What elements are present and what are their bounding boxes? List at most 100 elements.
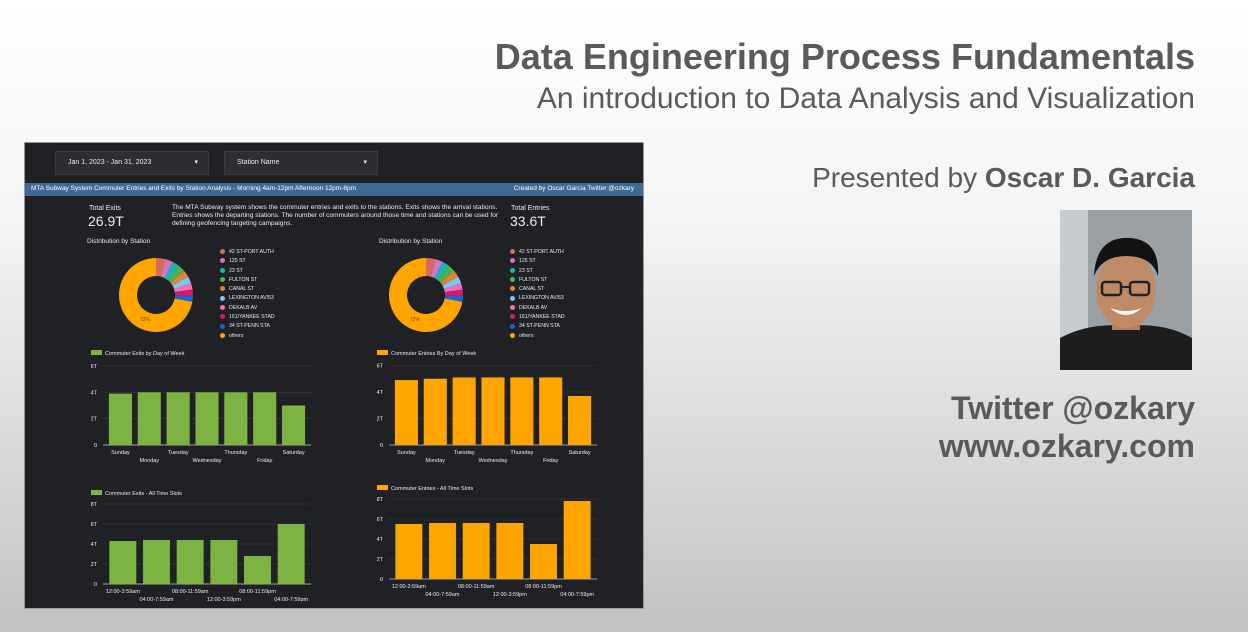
presenter-name: Oscar D. Garcia	[984, 162, 1195, 193]
total-exits-label: Total Exits	[89, 205, 121, 212]
legend-label: 161/YANKEE STAD	[519, 314, 565, 321]
x-tick-label: 12:00-3:59am	[392, 584, 426, 590]
x-tick-label: Sunday	[111, 450, 130, 456]
report-banner: MTA Subway System Commuter Entries and E…	[25, 183, 643, 196]
legend-swatch	[510, 323, 515, 329]
y-tick-label: 6T	[377, 517, 384, 523]
bar	[563, 501, 591, 579]
bar	[195, 392, 219, 445]
bar	[166, 392, 190, 445]
x-tick-label: 08:00-11:59am	[172, 589, 209, 595]
legend-label: DEKALB AV	[519, 304, 548, 311]
y-tick-label: 6T	[377, 364, 384, 370]
donut-percent-label: 72%	[140, 317, 151, 323]
legend-label: 23 ST	[519, 267, 533, 274]
website-url: www.ozkary.com	[938, 428, 1195, 464]
legend-swatch	[220, 286, 225, 292]
y-tick-label: 0	[94, 582, 97, 588]
legend-swatch	[220, 267, 225, 273]
legend-label: FULTON ST	[519, 276, 548, 283]
station-legend-right: 42 ST-PORT AUTH 125 ST 23 ST FULTON ST CANAL…	[510, 249, 565, 342]
legend-item: DEKALB AV	[510, 305, 565, 314]
banner-title: MTA Subway System Commuter Entries and E…	[31, 185, 357, 192]
bar	[395, 524, 423, 579]
bar	[452, 377, 476, 445]
x-tick-label: Saturday	[283, 450, 305, 456]
donut-percent-label: 72%	[410, 317, 421, 323]
y-tick-label: 6T	[91, 364, 98, 370]
legend-label: 23 ST	[229, 267, 243, 274]
x-tick-label: 12:00-3:59am	[106, 589, 140, 595]
y-tick-label: 4T	[377, 537, 384, 543]
station-name-dropdown[interactable]: Station Name ▾	[224, 151, 378, 175]
y-tick-label: 8T	[377, 497, 384, 503]
chevron-down-icon: ▾	[363, 159, 367, 166]
station-legend-left: 42 ST-PORT AUTH 125 ST 23 ST FULTON ST CANAL…	[220, 249, 275, 342]
legend-swatch	[220, 314, 225, 320]
bar	[539, 377, 563, 445]
legend-swatch	[510, 314, 515, 320]
exits-by-slot-chart: Commuter Exits - All Time Slots 0 2T 4T 6T 8T…	[91, 490, 311, 603]
legend-label: DEKALB AV	[229, 304, 258, 311]
slide-title: Data Engineering Process Fundamentals	[494, 36, 1195, 77]
legend-label: 125 ST	[519, 258, 536, 265]
legend-label: FULTON ST	[229, 276, 258, 283]
legend-item: CANAL ST	[220, 286, 275, 295]
x-tick-label: 04:00-7:59am	[426, 592, 460, 598]
x-tick-label: Tuesday	[168, 450, 189, 456]
legend-label: others	[229, 332, 244, 339]
bar	[253, 392, 277, 445]
report-description: The MTA Subway system shows the commuter…	[172, 204, 499, 227]
entries-distribution-donut: 72%	[389, 258, 463, 332]
x-tick-label: 08:00-11:59pm	[239, 589, 276, 595]
x-tick-label: 12:00-3:59pm	[493, 592, 527, 598]
y-tick-label: 4T	[91, 542, 98, 548]
x-tick-label: 12:00-3:59pm	[207, 597, 241, 603]
legend-item: FULTON ST	[510, 277, 565, 286]
date-range-dropdown[interactable]: Jan 1, 2023 - Jan 31, 2023 ▾	[55, 151, 209, 175]
legend-item: 34 ST-PENN STA	[510, 323, 565, 332]
bar	[510, 377, 534, 445]
presenter-photo	[1060, 210, 1192, 370]
y-tick-label: 2T	[91, 562, 98, 568]
bar	[277, 524, 305, 584]
series-swatch	[377, 350, 388, 355]
legend-swatch	[220, 249, 225, 255]
x-tick-label: 04:00-7:59pm	[274, 597, 308, 603]
bar	[429, 523, 456, 579]
x-tick-label: Wednesday	[193, 458, 222, 464]
legend-swatch	[220, 304, 225, 310]
legend-label: LEXINGTON AV/53	[519, 295, 564, 302]
legend-label: 161/YANKEE STAD	[229, 314, 275, 321]
slide-subtitle: An introduction to Data Analysis and Vis…	[536, 82, 1195, 115]
bar	[568, 395, 592, 445]
distribution-title-left: Distribution by Station	[87, 238, 151, 245]
legend-swatch	[220, 277, 225, 283]
legend-label: LEXINGTON AV/53	[229, 295, 274, 302]
legend-item: 23 ST	[220, 268, 275, 277]
total-entries-label: Total Entries	[511, 205, 550, 212]
bar	[224, 392, 248, 445]
legend-item: 125 ST	[220, 258, 275, 267]
chevron-down-icon: ▾	[194, 159, 198, 166]
bar	[423, 378, 447, 445]
bar	[143, 540, 170, 584]
legend-swatch	[510, 249, 515, 255]
legend-label: 42 ST-PORT AUTH	[519, 249, 564, 255]
x-tick-label: 04:00-7:59pm	[560, 592, 594, 598]
bar	[462, 523, 490, 579]
legend-item: others	[510, 333, 565, 342]
y-tick-label: 2T	[91, 417, 98, 423]
bar	[108, 393, 132, 445]
y-tick-label: 6T	[91, 522, 98, 528]
series-label: Commuter Exits - All Time Slots	[105, 491, 182, 497]
legend-swatch	[510, 295, 515, 301]
total-exits-value: 26.9T	[88, 213, 124, 229]
legend-swatch	[510, 304, 515, 310]
bar	[530, 544, 557, 579]
bar	[496, 523, 524, 579]
x-tick-label: Thursday	[510, 450, 533, 456]
legend-item: 125 ST	[510, 258, 565, 267]
bar	[282, 405, 306, 445]
y-tick-label: 2T	[377, 417, 384, 423]
